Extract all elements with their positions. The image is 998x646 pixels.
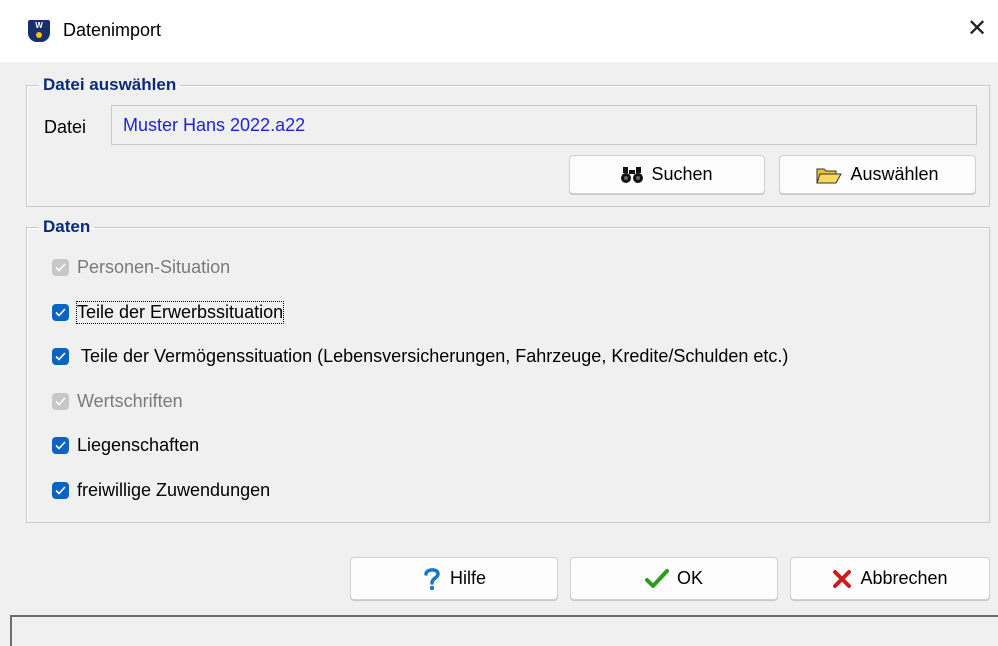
app-logo-icon: W <box>28 20 50 42</box>
file-group-legend: Datei auswählen <box>43 75 177 94</box>
option-label: Teile der Erwerbssituation <box>75 301 285 324</box>
search-button[interactable]: Suchen <box>569 155 765 194</box>
option-liegenschaften[interactable]: Liegenschaften <box>52 435 199 456</box>
cancel-button-label: Abbrechen <box>860 568 948 588</box>
option-freiwillige-zuwendungen[interactable]: freiwillige Zuwendungen <box>52 480 270 501</box>
title-bar: W Datenimport ✕ <box>0 0 998 62</box>
checkbox-checked-icon[interactable] <box>52 437 69 454</box>
file-label: Datei <box>44 117 87 137</box>
checkbox-checked-disabled-icon <box>52 393 69 410</box>
checkbox-checked-disabled-icon <box>52 259 69 276</box>
open-folder-icon <box>816 165 843 185</box>
help-button-label: Hilfe <box>449 568 486 588</box>
checkmark-icon <box>644 568 669 589</box>
option-wertschriften: Wertschriften <box>52 391 183 412</box>
window-title: Datenimport <box>63 20 162 40</box>
option-erwerbssituation[interactable]: Teile der Erwerbssituation <box>52 301 285 324</box>
ok-button[interactable]: OK <box>570 557 778 600</box>
help-button[interactable]: Hilfe <box>350 557 558 600</box>
option-label: Teile der Vermögenssituation (Lebensvers… <box>81 346 789 366</box>
option-label: Wertschriften <box>77 391 183 411</box>
option-label: Personen-Situation <box>77 257 231 277</box>
select-button[interactable]: Auswählen <box>779 155 976 194</box>
option-label: freiwillige Zuwendungen <box>77 480 271 500</box>
option-label: Liegenschaften <box>77 435 200 455</box>
status-bar <box>10 615 998 646</box>
option-vermoegenssituation[interactable]: Teile der Vermögenssituation (Lebensvers… <box>52 346 788 367</box>
ok-button-label: OK <box>676 568 703 588</box>
cancel-button[interactable]: Abbrechen <box>790 557 990 600</box>
search-button-label: Suchen <box>651 164 713 184</box>
checkbox-checked-icon[interactable] <box>52 348 69 365</box>
binoculars-icon <box>621 166 644 184</box>
data-group-legend: Daten <box>43 217 91 236</box>
option-personen-situation: Personen-Situation <box>52 257 230 278</box>
checkbox-checked-icon[interactable] <box>52 482 69 499</box>
question-mark-icon <box>422 567 442 591</box>
close-button[interactable]: ✕ <box>960 12 994 46</box>
checkbox-checked-icon[interactable] <box>52 304 69 321</box>
x-cancel-icon <box>832 569 852 589</box>
file-path-input[interactable] <box>111 105 977 145</box>
select-button-label: Auswählen <box>850 164 939 184</box>
